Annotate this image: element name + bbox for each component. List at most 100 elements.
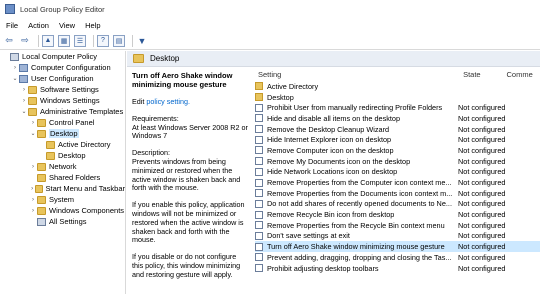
extended-description: Turn off Aero Shake window minimizing mo… [127,67,253,294]
folder-icon [37,173,46,182]
setting-row[interactable]: Desktop [255,92,540,103]
back-arrow-icon[interactable]: ⇦ [3,35,15,47]
setting-row[interactable]: Prohibit adjusting desktop toolbars Not c… [255,263,540,274]
setting-row[interactable]: Don't save settings at exit Not configure… [255,231,540,242]
expand-chevron-icon[interactable]: ⌄ [11,75,19,82]
setting-cell: Hide Network Locations icon on desktop [255,167,455,176]
expand-chevron-icon[interactable]: ⌄ [29,130,37,137]
setting-name: Remove Properties from the Documents ico… [267,188,453,198]
help-icon[interactable]: ? [97,34,109,47]
setting-row[interactable]: Turn off Aero Shake window minimizing mo… [255,241,540,252]
folder-icon [35,184,43,193]
menu-view[interactable]: View [59,21,75,30]
state-cell: Not configured [458,145,506,155]
list-header: Setting State Comme [255,67,540,81]
setting-row[interactable]: Remove My Documents icon on the desktop N… [255,156,540,167]
setting-row[interactable]: Active Directory [255,81,540,92]
tree-item[interactable]: Shared Folders [0,172,125,183]
setting-row[interactable]: Remove Properties from the Documents ico… [255,188,540,199]
folder-icon [37,206,46,215]
policy-setting-icon [255,253,263,262]
setting-row[interactable]: Prohibit User from manually redirecting … [255,102,540,113]
state-cell: Not configured [458,252,506,262]
up-folder-icon[interactable]: ▲ [42,34,54,47]
toolbar-divider [38,34,39,47]
window-title: Local Group Policy Editor [20,4,105,14]
tree-item[interactable]: Active Directory [0,139,125,150]
setting-row[interactable]: Remove Properties from the Recycle Bin c… [255,220,540,231]
tree-item[interactable]: › Control Panel [0,117,125,128]
column-setting[interactable]: Setting [255,70,441,79]
policy-setting-icon [255,242,263,251]
state-cell: Not configured [458,231,506,241]
tree-item[interactable]: ⌄ Administrative Templates [0,106,125,117]
edit-prefix: Edit [132,97,147,106]
setting-row[interactable]: Hide Network Locations icon on desktop No… [255,167,540,178]
tree-item[interactable]: All Settings [0,216,125,227]
setting-cell: Prohibit adjusting desktop toolbars [255,264,455,273]
edit-policy-link[interactable]: policy setting. [146,97,190,106]
toolbar-divider [93,34,94,47]
setting-name: Prohibit User from manually redirecting … [267,103,443,113]
menu-help[interactable]: Help [85,21,100,30]
tree-item-label: Computer Configuration [31,63,111,72]
policy-setting-icon [255,125,263,134]
setting-row[interactable]: Hide and disable all items on the deskto… [255,113,540,124]
tree-item[interactable]: Desktop [0,150,125,161]
setting-row[interactable]: Remove the Desktop Cleanup Wizard Not con… [255,124,540,135]
tree-item[interactable]: › Start Menu and Taskbar [0,183,125,194]
state-cell: Not configured [458,210,506,220]
list-rows: Active Directory Desktop Prohibit User fro… [255,81,540,273]
menu-file[interactable]: File [6,21,18,30]
setting-row[interactable]: Prevent adding, dragging, dropping and c… [255,252,540,263]
export-list-icon[interactable]: ☰ [74,34,86,47]
setting-cell: Don't save settings at exit [255,231,455,240]
description-text-2: If you enable this policy, application w… [132,200,245,245]
expand-chevron-icon[interactable]: › [29,197,37,203]
folder-icon [28,96,37,105]
show-hide-tree-icon[interactable]: ▦ [58,34,70,47]
policy-setting-icon [255,231,263,240]
tree-item[interactable]: › System [0,194,125,205]
setting-cell: Hide and disable all items on the deskto… [255,114,455,123]
setting-name: Active Directory [267,81,319,91]
expand-chevron-icon[interactable]: › [29,120,37,126]
tree-item[interactable]: › Windows Settings [0,95,125,106]
tree-item[interactable]: › Windows Components [0,205,125,216]
setting-cell: Prevent adding, dragging, dropping and c… [255,253,455,262]
tree-item[interactable]: › Software Settings [0,84,125,95]
setting-row[interactable]: Remove Computer icon on the desktop Not c… [255,145,540,156]
expand-chevron-icon[interactable]: › [20,87,28,93]
setting-row[interactable]: Remove Properties from the Computer icon… [255,177,540,188]
menu-action[interactable]: Action [28,21,49,30]
setting-row[interactable]: Do not add shares of recently opened doc… [255,199,540,210]
expand-chevron-icon[interactable]: › [11,65,19,71]
tree-item[interactable]: ⌄ User Configuration [0,73,125,84]
setting-cell: Do not add shares of recently opened doc… [255,199,455,208]
column-state[interactable]: State [441,70,502,79]
column-comment[interactable]: Comme [503,70,540,79]
forward-arrow-icon[interactable]: ⇨ [19,35,31,47]
state-cell: Not configured [458,135,506,145]
gpedit-app-icon [5,4,15,14]
policy-setting-icon [255,167,263,176]
state-cell: Not configured [458,188,506,198]
folder-icon [28,107,37,116]
tree-item-label: Active Directory [58,140,111,149]
tree-item[interactable]: ⌄ Desktop [0,128,125,139]
expand-chevron-icon[interactable]: ⌄ [20,108,28,115]
expand-chevron-icon[interactable]: › [20,98,28,104]
filter-icon[interactable]: ▼ [136,35,148,47]
expand-chevron-icon[interactable]: › [29,164,37,170]
setting-name: Remove Recycle Bin icon from desktop [267,210,395,220]
expand-chevron-icon[interactable]: › [29,208,37,214]
state-cell: Not configured [458,103,506,113]
properties-icon[interactable]: ▤ [113,34,125,47]
setting-cell: Remove My Documents icon on the desktop [255,157,455,166]
setting-row[interactable]: Hide Internet Explorer icon on desktop No… [255,134,540,145]
panel-header: Desktop [127,51,540,67]
tree-item[interactable]: Local Computer Policy [0,51,125,62]
tree-item[interactable]: › Computer Configuration [0,62,125,73]
tree-item[interactable]: › Network [0,161,125,172]
setting-row[interactable]: Remove Recycle Bin icon from desktop Not … [255,209,540,220]
